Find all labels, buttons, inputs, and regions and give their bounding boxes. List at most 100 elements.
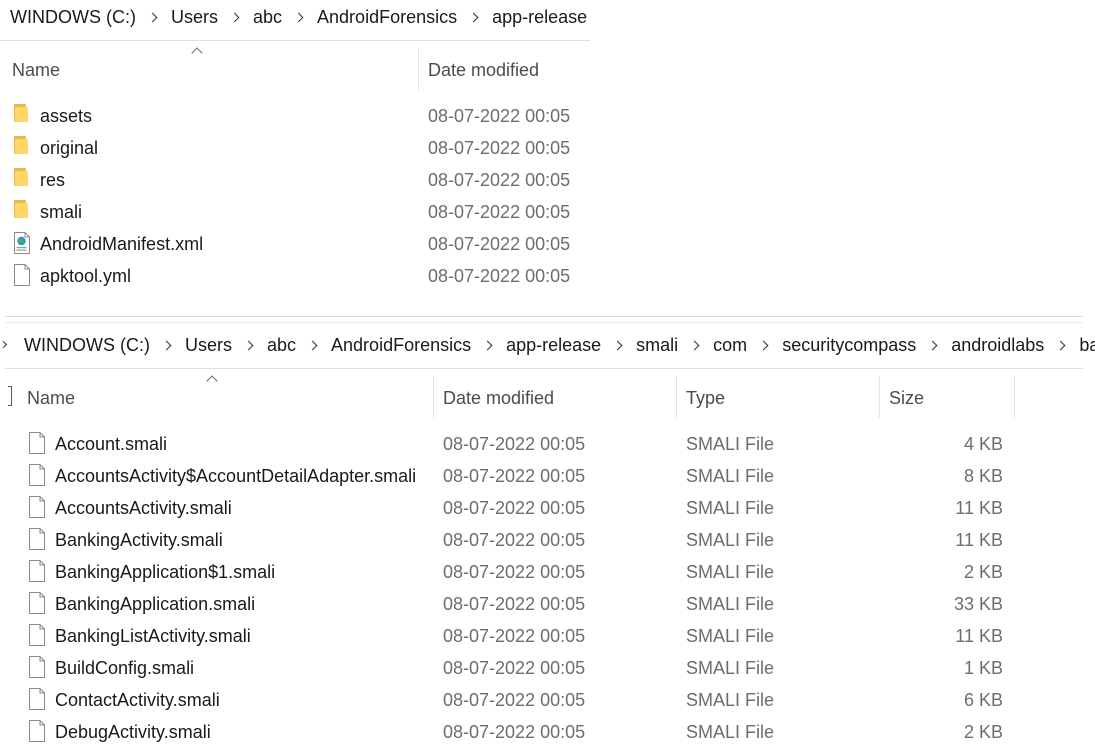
chevron-right-icon[interactable] (162, 341, 172, 351)
date-modified: 08-07-2022 00:05 (443, 658, 586, 678)
breadcrumb-item-androidforensics[interactable]: AndroidForensics (317, 7, 457, 28)
chevron-right-icon[interactable] (148, 13, 158, 23)
date-modified: 08-07-2022 00:05 (428, 266, 571, 286)
column-divider[interactable] (676, 376, 677, 418)
xml-file-icon (13, 232, 31, 254)
breadcrumb-item-drive[interactable]: WINDOWS (C:) (10, 7, 136, 28)
window-separator (5, 322, 1083, 323)
column-header-date-modified[interactable]: Date modified (443, 388, 554, 409)
breadcrumb-item-com[interactable]: com (713, 335, 747, 356)
date-modified: 08-07-2022 00:05 (428, 106, 571, 126)
file-icon (28, 496, 46, 518)
list-item[interactable]: AndroidManifest.xml 08-07-2022 00:05 (0, 228, 590, 260)
breadcrumb-item-base[interactable]: base (1079, 335, 1095, 356)
chevron-right-icon[interactable] (230, 13, 240, 23)
list-item[interactable]: apktool.yml 08-07-2022 00:05 (0, 260, 590, 292)
breadcrumb-item-app-release[interactable]: app-release (492, 7, 587, 28)
breadcrumb-item-smali[interactable]: smali (636, 335, 678, 356)
file-name: DebugActivity.smali (55, 722, 211, 742)
table-row[interactable]: DebugActivity.smali 08-07-2022 00:05 SMALI… (0, 716, 1020, 746)
chevron-right-icon[interactable] (469, 13, 479, 23)
table-row[interactable]: ContactActivity.smali 08-07-2022 00:05 SMA… (0, 684, 1020, 716)
table-row[interactable]: BankingApplication.smali 08-07-2022 00:05… (0, 588, 1020, 620)
breadcrumb-item-abc[interactable]: abc (253, 7, 282, 28)
breadcrumb-item-androidforensics[interactable]: AndroidForensics (331, 335, 471, 356)
date-modified: 08-07-2022 00:05 (428, 202, 571, 222)
sort-ascending-icon (206, 374, 218, 382)
chevron-right-icon[interactable] (1056, 341, 1066, 351)
breadcrumb-item-securitycompass[interactable]: securitycompass (782, 335, 916, 356)
breadcrumb-item-drive[interactable]: WINDOWS (C:) (24, 335, 150, 356)
chevron-right-icon[interactable] (928, 341, 938, 351)
column-divider[interactable] (433, 376, 434, 418)
date-modified: 08-07-2022 00:05 (428, 170, 571, 190)
date-modified: 08-07-2022 00:05 (443, 594, 586, 614)
divider (0, 40, 590, 41)
bottom-breadcrumb: WINDOWS (C:) Users abc AndroidForensics … (24, 335, 1095, 356)
file-name: smali (40, 202, 83, 222)
table-row[interactable]: BankingActivity.smali 08-07-2022 00:05 SMA… (0, 524, 1020, 556)
file-name: BuildConfig.smali (55, 658, 195, 678)
table-row[interactable]: AccountsActivity.smali 08-07-2022 00:05 SM… (0, 492, 1020, 524)
breadcrumb-item-users[interactable]: Users (185, 335, 232, 356)
top-breadcrumb: WINDOWS (C:) Users abc AndroidForensics … (10, 7, 587, 28)
file-icon (28, 464, 46, 486)
date-modified: 08-07-2022 00:05 (443, 530, 586, 550)
table-row[interactable]: BuildConfig.smali 08-07-2022 00:05 SMALI F… (0, 652, 1020, 684)
file-size: 33 KB (953, 594, 1003, 614)
date-modified: 08-07-2022 00:05 (443, 626, 586, 646)
file-type: SMALI File (686, 530, 775, 550)
date-modified: 08-07-2022 00:05 (443, 562, 586, 582)
file-icon (28, 656, 46, 678)
folder-icon (13, 168, 29, 186)
list-item[interactable]: assets 08-07-2022 00:05 (0, 100, 590, 132)
column-header-name[interactable]: Name (27, 388, 75, 409)
chevron-right-icon[interactable] (0, 340, 10, 350)
list-item[interactable]: smali 08-07-2022 00:05 (0, 196, 590, 228)
file-size: 11 KB (955, 498, 1003, 518)
column-header-size[interactable]: Size (889, 388, 924, 409)
date-modified: 08-07-2022 00:05 (443, 434, 586, 454)
chevron-right-icon[interactable] (613, 341, 623, 351)
file-name: BankingListActivity.smali (55, 626, 251, 646)
column-header-date-modified[interactable]: Date modified (428, 60, 539, 81)
column-divider[interactable] (418, 48, 419, 90)
file-size: 2 KB (963, 562, 1003, 582)
file-icon (28, 592, 46, 614)
file-size: 4 KB (963, 434, 1003, 454)
table-row[interactable]: Account.smali 08-07-2022 00:05 SMALI File 4… (0, 428, 1020, 460)
column-header-name[interactable]: Name (12, 60, 60, 81)
file-icon (28, 720, 46, 742)
breadcrumb-item-users[interactable]: Users (171, 7, 218, 28)
breadcrumb-item-abc[interactable]: abc (267, 335, 296, 356)
column-divider[interactable] (879, 376, 880, 418)
file-name: ContactActivity.smali (55, 690, 220, 710)
date-modified: 08-07-2022 00:05 (443, 466, 586, 486)
select-all-checkbox[interactable] (8, 386, 12, 406)
chevron-right-icon[interactable] (244, 341, 254, 351)
file-size: 6 KB (963, 690, 1003, 710)
file-type: SMALI File (686, 658, 775, 678)
chevron-right-icon[interactable] (483, 341, 493, 351)
list-item[interactable]: original 08-07-2022 00:05 (0, 132, 590, 164)
table-row[interactable]: BankingListActivity.smali 08-07-2022 00:0… (0, 620, 1020, 652)
file-size: 11 KB (955, 626, 1003, 646)
breadcrumb-item-app-release[interactable]: app-release (506, 335, 601, 356)
chevron-right-icon[interactable] (759, 341, 769, 351)
chevron-right-icon[interactable] (308, 341, 318, 351)
file-type: SMALI File (686, 434, 775, 454)
file-icon (28, 560, 46, 582)
date-modified: 08-07-2022 00:05 (443, 498, 586, 518)
list-item[interactable]: res 08-07-2022 00:05 (0, 164, 590, 196)
file-name: AccountsActivity.smali (55, 498, 232, 518)
breadcrumb-item-androidlabs[interactable]: androidlabs (951, 335, 1044, 356)
table-row[interactable]: AccountsActivity$AccountDetailAdapter.sm… (0, 460, 1020, 492)
chevron-right-icon[interactable] (690, 341, 700, 351)
file-type: SMALI File (686, 466, 775, 486)
date-modified: 08-07-2022 00:05 (443, 690, 586, 710)
file-name: BankingApplication.smali (55, 594, 256, 614)
chevron-right-icon[interactable] (294, 13, 304, 23)
column-header-type[interactable]: Type (686, 388, 725, 409)
column-divider[interactable] (1014, 376, 1015, 418)
table-row[interactable]: BankingApplication$1.smali 08-07-2022 00:… (0, 556, 1020, 588)
